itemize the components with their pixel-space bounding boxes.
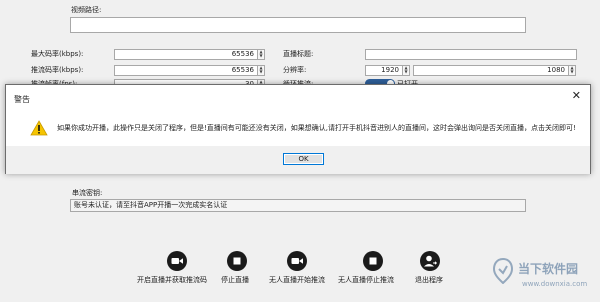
close-icon[interactable]: ✕ [572,90,581,102]
watermark-url: www.downxia.com [522,280,588,288]
watermark-title: 当下软件园 [518,262,579,276]
resolution-height-input[interactable]: 1080 [413,65,569,76]
push-bitrate-spinner[interactable]: ▲ ▼ [258,65,265,76]
watermark-logo-icon [492,258,514,284]
max-bitrate-input[interactable]: 65536 [114,49,258,60]
stream-key-field[interactable]: 账号未认证，请至抖音APP开播一次完成实名认证 [70,199,526,212]
unattended-stop-label: 无人直播停止推流 [338,276,394,284]
dialog-title: 警告 [14,95,30,104]
max-bitrate-spinner[interactable]: ▲ ▼ [258,49,265,60]
max-bitrate-label: 最大码率(kbps): [31,50,84,58]
user-exit-icon [420,251,440,271]
camera-icon [167,251,187,271]
video-path-input[interactable] [70,17,526,33]
stop-icon [227,251,247,271]
video-path-label: 视频路径: [71,6,102,14]
dialog-message: 如果你成功开播，此操作只是关闭了程序，但是!直播间有可能还没有关闭，如果想确认,… [57,124,576,132]
stop-icon [363,251,383,271]
stop-live-label: 停止直播 [221,276,249,284]
warning-dialog: 警告 ✕ 如果你成功开播，此操作只是关闭了程序，但是!直播间有可能还没有关闭，如… [5,84,591,174]
resolution-height-spinner[interactable]: ▲ ▼ [569,65,576,76]
start-live-label: 开启直播并获取推流码 [137,276,207,284]
resolution-width-spinner[interactable]: ▲ ▼ [403,65,410,76]
push-bitrate-label: 推流码率(kbps): [31,66,84,74]
warning-icon [30,120,48,136]
exit-program-label: 退出程序 [415,276,443,284]
live-title-input[interactable] [365,49,577,60]
live-title-label: 直播标题: [283,50,314,58]
stream-key-label: 串流密钥: [72,189,103,197]
unattended-start-label: 无人直播开始推流 [269,276,325,284]
ok-button[interactable]: OK [283,153,324,165]
camera-icon [287,251,307,271]
resolution-label: 分辨率: [283,66,307,74]
resolution-width-input[interactable]: 1920 [365,65,403,76]
push-bitrate-input[interactable]: 65536 [114,65,258,76]
